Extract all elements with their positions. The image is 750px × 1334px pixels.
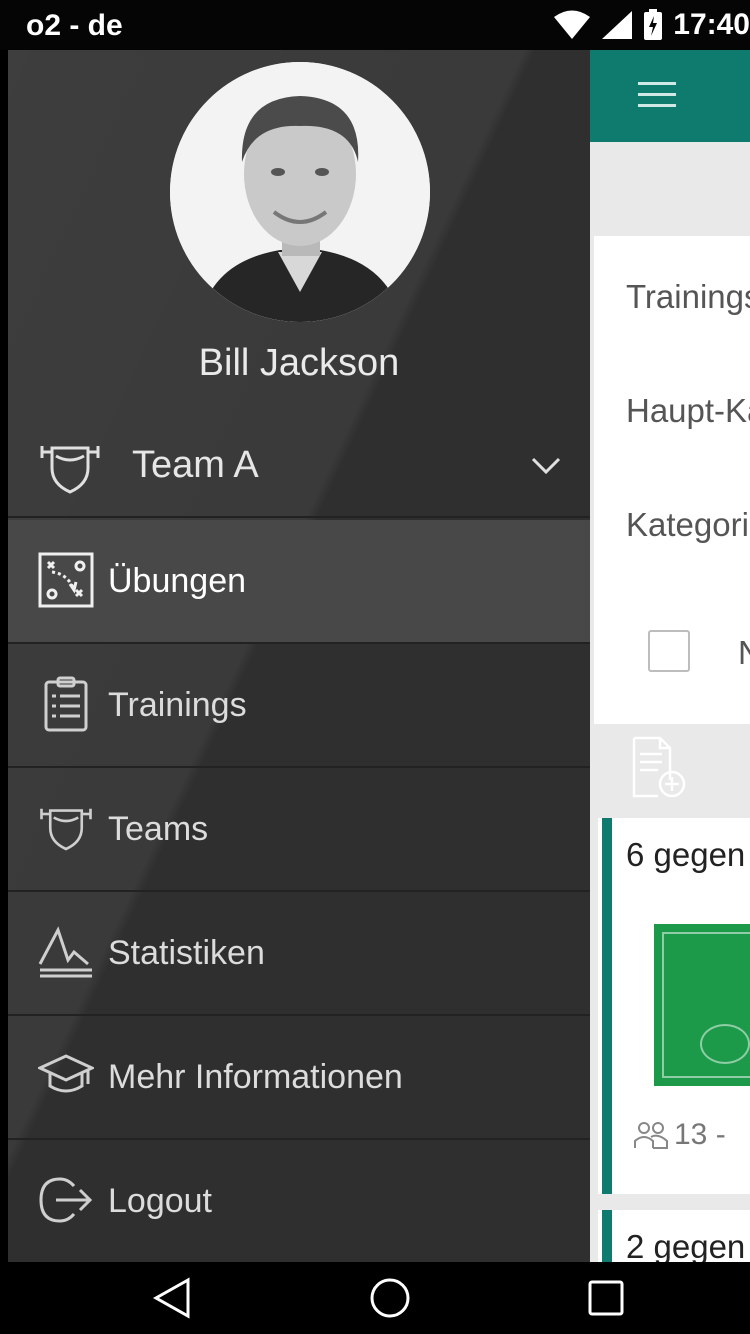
user-name: Bill Jackson bbox=[198, 342, 400, 384]
back-icon[interactable] bbox=[152, 1276, 192, 1325]
menu-item-logout[interactable]: Logout bbox=[8, 1140, 590, 1262]
card-title: 6 gegen bbox=[626, 836, 746, 873]
menu-item-label: Logout bbox=[108, 1182, 212, 1220]
menu-item-label: Trainings bbox=[108, 686, 247, 724]
filter-card: Trainings Haupt-Ka Kategori N bbox=[594, 236, 750, 724]
menu-icon[interactable] bbox=[638, 80, 676, 115]
status-bar: o2 - de 17:40 bbox=[0, 0, 750, 50]
menu-item-more-info[interactable]: Mehr Informationen bbox=[8, 1016, 590, 1140]
menu-item-uebungen[interactable]: Übungen bbox=[8, 520, 590, 644]
menu-item-label: Übungen bbox=[108, 562, 247, 600]
recents-icon[interactable] bbox=[586, 1276, 626, 1325]
chart-line-icon bbox=[38, 924, 94, 980]
filter-checkbox[interactable] bbox=[648, 630, 690, 672]
battery-icon bbox=[643, 9, 663, 41]
card-accent bbox=[602, 818, 612, 1194]
menu-item-label: Mehr Informationen bbox=[108, 1058, 403, 1096]
exercise-card[interactable]: 2 gegen bbox=[598, 1210, 750, 1262]
filter-trainings[interactable]: Trainings bbox=[626, 278, 750, 316]
add-exercise-row bbox=[590, 724, 750, 814]
pitch-diagram bbox=[654, 924, 750, 1086]
content-spacer bbox=[590, 142, 750, 236]
carrier-name: o2 - de bbox=[26, 9, 123, 42]
menu-item-statistiken[interactable]: Statistiken bbox=[8, 892, 590, 1016]
player-count: 13 - bbox=[674, 1118, 726, 1151]
graduation-cap-icon bbox=[38, 1048, 94, 1104]
filter-category[interactable]: Kategori bbox=[626, 506, 749, 544]
app-toolbar bbox=[590, 50, 750, 142]
add-document-icon[interactable] bbox=[630, 736, 688, 805]
drawer-menu: Übungen Trainings Teams Statistiken Mehr… bbox=[8, 520, 590, 1262]
status-icons: 17:40 bbox=[553, 8, 750, 42]
wifi-icon bbox=[553, 10, 591, 40]
filter-checkbox-label: N bbox=[738, 634, 750, 671]
card-title: 2 gegen bbox=[626, 1228, 746, 1262]
tactics-board-icon bbox=[38, 552, 94, 608]
exercise-card[interactable]: 6 gegen 13 - bbox=[598, 818, 750, 1194]
signal-icon bbox=[601, 10, 633, 40]
shield-icon bbox=[38, 442, 102, 499]
menu-item-label: Teams bbox=[108, 810, 209, 848]
system-nav-bar bbox=[0, 1262, 750, 1334]
menu-item-label: Statistiken bbox=[108, 934, 265, 972]
clipboard-icon bbox=[38, 676, 94, 732]
card-accent bbox=[602, 1210, 612, 1262]
menu-item-teams[interactable]: Teams bbox=[8, 768, 590, 892]
team-selector[interactable]: Team A bbox=[8, 416, 590, 518]
avatar[interactable] bbox=[170, 62, 430, 322]
clock: 17:40 bbox=[673, 8, 750, 41]
chevron-down-icon[interactable] bbox=[530, 456, 562, 481]
main-content: Trainings Haupt-Ka Kategori N 6 gegen 13… bbox=[590, 50, 750, 1262]
navigation-drawer: Bill Jackson Team A Übungen Trainings Te… bbox=[8, 50, 590, 1262]
players-icon bbox=[634, 1121, 668, 1149]
card-meta: 13 - bbox=[634, 1118, 726, 1152]
team-name: Team A bbox=[132, 444, 259, 486]
pitch-circle bbox=[700, 1024, 750, 1064]
shield-icon bbox=[38, 800, 94, 856]
menu-item-trainings[interactable]: Trainings bbox=[8, 644, 590, 768]
home-icon[interactable] bbox=[368, 1276, 412, 1325]
logout-icon bbox=[38, 1172, 94, 1228]
filter-main-category[interactable]: Haupt-Ka bbox=[626, 392, 750, 430]
